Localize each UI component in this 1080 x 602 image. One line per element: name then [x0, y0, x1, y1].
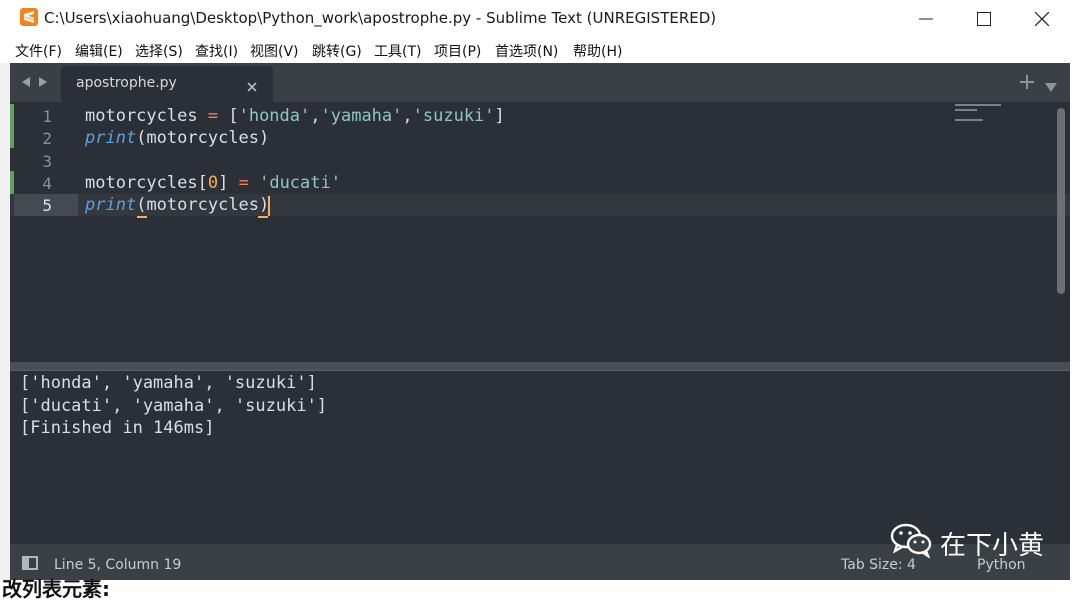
menu-select[interactable]: 选择(S): [135, 41, 183, 61]
window-title: C:\Users\xiaohuang\Desktop\Python_work\a…: [44, 9, 717, 27]
tab-label: apostrophe.py: [76, 75, 177, 91]
editor-scrollbar[interactable]: [1057, 108, 1065, 294]
cursor-position: Line 5, Column 19: [54, 557, 182, 573]
minimize-button[interactable]: [897, 0, 955, 37]
close-button[interactable]: [1013, 0, 1071, 37]
output-line: ['honda', 'yamaha', 'suzuki']: [20, 373, 317, 393]
code-line-2: print(motorcycles): [85, 128, 270, 148]
output-line: ['ducati', 'yamaha', 'suzuki']: [20, 396, 328, 416]
menu-view[interactable]: 视图(V): [250, 41, 299, 61]
tab-close-icon[interactable]: [247, 77, 257, 96]
menu-project[interactable]: 项目(P): [434, 41, 481, 61]
menu-find[interactable]: 查找(I): [195, 41, 238, 61]
menu-tools[interactable]: 工具(T): [374, 41, 421, 61]
maximize-icon: [977, 12, 991, 26]
menu-goto[interactable]: 跳转(G): [312, 41, 362, 61]
menu-edit[interactable]: 编辑(E): [75, 41, 123, 61]
code-line-5: print(motorcycles): [85, 195, 270, 215]
bracket-match-open: [137, 216, 147, 218]
bracket-match-close: [258, 216, 268, 218]
output-line: [Finished in 146ms]: [20, 418, 215, 438]
background-window-strip: [0, 63, 10, 588]
text-cursor: [268, 196, 270, 216]
wechat-icon: [890, 522, 934, 562]
line-number: 4: [42, 174, 52, 193]
code-line-4: motorcycles[0] = 'ducati': [85, 173, 341, 193]
line-number: 2: [42, 129, 52, 148]
tab-prev-icon[interactable]: [20, 73, 32, 92]
code-line-1: motorcycles = ['honda','yamaha','suzuki'…: [85, 106, 505, 126]
panel-splitter[interactable]: [10, 362, 1070, 370]
tab-next-icon[interactable]: [37, 73, 49, 92]
line-number: 1: [42, 107, 52, 126]
sublime-text-icon: [20, 8, 38, 26]
menu-help[interactable]: 帮助(H): [573, 41, 622, 61]
maximize-button[interactable]: [955, 0, 1013, 37]
minimize-icon: [919, 18, 933, 20]
close-icon: [1035, 12, 1049, 26]
menu-preferences[interactable]: 首选项(N): [495, 41, 558, 61]
line-number: 3: [42, 152, 52, 171]
new-tab-icon[interactable]: [1020, 74, 1034, 93]
minimap[interactable]: [955, 104, 1005, 124]
tab-dropdown-icon[interactable]: [1045, 77, 1057, 96]
line-number: 5: [42, 196, 52, 215]
sidebar-toggle-icon[interactable]: [22, 556, 38, 570]
watermark-text: 在下小黄: [940, 531, 1045, 561]
menu-file[interactable]: 文件(F): [15, 41, 62, 61]
page-below-window: [0, 580, 1080, 588]
